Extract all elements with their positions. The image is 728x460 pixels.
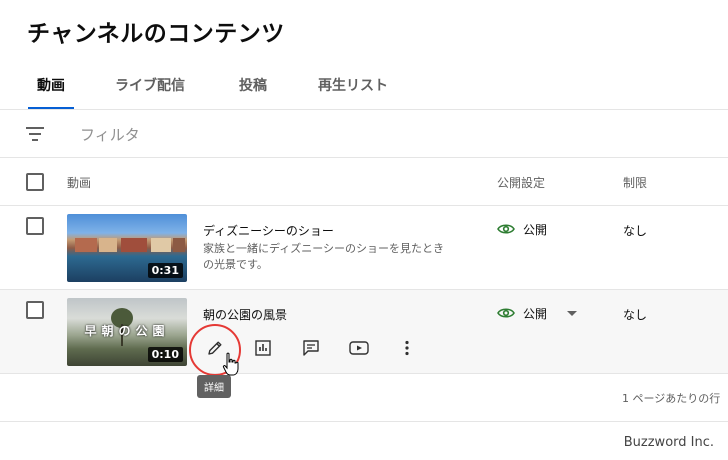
page-title: チャンネルのコンテンツ [27,21,285,47]
duration-badge: 0:31 [147,263,183,278]
video-title[interactable]: ディズニーシーのショー [203,222,334,239]
rows-per-page-label: 1 ページあたりの行 [622,392,721,405]
restriction-value: なし [623,224,648,238]
video-description: 家族と一緒にディズニーシーのショーを見たときの光景です。 [203,242,445,271]
tab-videos[interactable]: 動画 [28,75,74,109]
video-thumbnail[interactable]: 0:31 [67,214,187,282]
row-checkbox[interactable] [26,301,44,319]
tab-playlists[interactable]: 再生リスト [318,75,388,109]
visibility-label: 公開 [523,306,548,321]
tab-bar: 動画 ライブ配信 投稿 再生リスト [0,72,728,110]
eye-icon [497,224,515,234]
select-all-checkbox[interactable] [26,173,44,191]
pagination-bar: 1 ページあたりの行 [0,374,728,422]
tab-posts[interactable]: 投稿 [239,75,267,109]
video-title[interactable]: 朝の公園の風景 [203,306,287,323]
filter-input[interactable]: フィルタ [80,124,140,145]
duration-badge: 0:10 [147,347,183,362]
visibility-status: 公開 [497,221,547,237]
hand-cursor-icon [222,352,239,376]
table-row[interactable]: 早朝の公園 0:10 朝の公園の風景 公開 なし [0,290,728,374]
comments-button[interactable] [299,336,323,360]
column-header-restriction[interactable]: 制限 [623,174,647,191]
analytics-button[interactable] [251,336,275,360]
table-header: 動画 公開設定 制限 [0,158,728,206]
thumbnail-overlay-text: 早朝の公園 [84,324,170,338]
filter-bar: フィルタ [0,110,728,158]
video-thumbnail[interactable]: 早朝の公園 0:10 [67,298,187,366]
column-header-visibility[interactable]: 公開設定 [497,174,545,191]
more-options-button[interactable] [395,336,419,360]
visibility-label: 公開 [523,222,548,237]
tab-live[interactable]: ライブ配信 [115,75,185,109]
filter-icon[interactable] [26,127,44,141]
more-vert-icon [405,340,409,356]
visibility-status[interactable]: 公開 [497,305,578,321]
restriction-value: なし [623,308,648,322]
eye-icon [497,308,515,318]
table-row[interactable]: 0:31 ディズニーシーのショー 家族と一緒にディズニーシーのショーを見たときの… [0,206,728,290]
watermark: Buzzword Inc. [623,435,714,450]
chevron-down-icon[interactable] [567,310,578,316]
row-checkbox[interactable] [26,217,44,235]
column-header-video[interactable]: 動画 [67,174,91,191]
view-on-youtube-button[interactable] [347,336,371,360]
analytics-icon [255,340,271,356]
comments-icon [303,340,319,356]
youtube-icon [349,341,369,355]
